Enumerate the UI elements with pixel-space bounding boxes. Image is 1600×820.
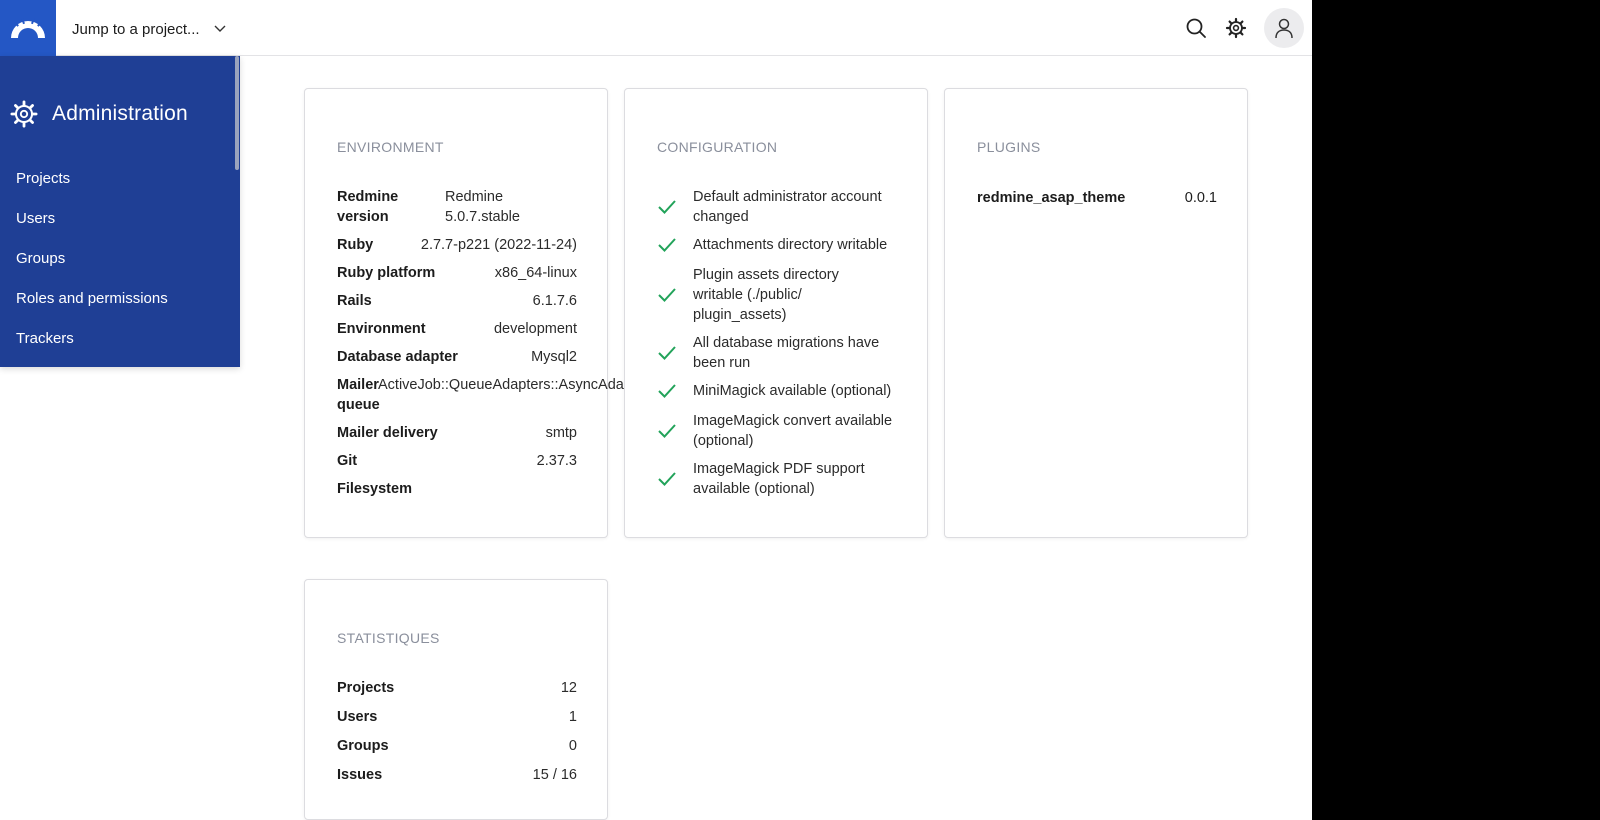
stat-row-users: Users 1 [337,707,577,727]
env-value: smtp [545,425,577,441]
sidebar-item-trackers[interactable]: Trackers [0,319,235,359]
search-button[interactable] [1182,14,1210,42]
config-item-label: Plugin assets directory writable (./publ… [693,267,839,323]
env-value: ActiveJob::QueueAdapters::AsyncAdapter [378,377,649,393]
sidebar-item-users[interactable]: Users [0,199,235,239]
stat-row-issues: Issues 15 / 16 [337,765,577,785]
admin-sidebar: Administration Projects Users Groups Rol… [0,56,240,367]
env-row-ruby: Ruby 2.7.7-p221 (2022-11-24) [337,235,577,255]
config-item: ImageMagick PDF support available (optio… [657,459,902,499]
gear-icon [1225,17,1247,39]
env-key: Database adapter [337,349,458,365]
config-item: All database migrations have been run [657,333,902,373]
check-icon [657,423,693,439]
env-key: Filesystem [337,481,412,497]
stat-row-groups: Groups 0 [337,736,577,756]
configuration-card: CONFIGURATION Default administrator acco… [624,88,928,538]
user-icon [1275,18,1293,39]
check-icon [657,383,693,399]
env-key: Git [337,453,358,469]
env-row-git: Git 2.37.3 [337,451,577,471]
gear-icon [10,100,38,128]
settings-button[interactable] [1222,14,1250,42]
env-row-mailer-queue: Mailer queue ActiveJob::QueueAdapters::A… [337,375,649,415]
stat-key: Issues [337,767,383,783]
env-row-rails: Rails 6.1.7.6 [337,291,577,311]
sidebar-title: Administration [52,102,188,125]
env-row-ruby-platform: Ruby platform x86_64-linux [337,263,577,283]
project-jump-label: Jump to a project... [72,20,200,38]
env-value: 2.37.3 [536,453,577,469]
env-row-filesystem: Filesystem [337,479,577,499]
env-row-database-adapter: Database adapter Mysql2 [337,347,577,367]
config-item: Default administrator account changed [657,187,902,227]
check-icon [657,345,693,361]
env-key: Mailer queue [337,377,380,413]
plugin-row: redmine_asap_theme 0.0.1 [977,188,1217,208]
home-logo[interactable] [0,0,56,56]
top-bar: Jump to a project... [0,0,1312,56]
stat-value: 15 / 16 [532,767,577,783]
env-value: development [493,321,577,337]
check-icon [657,237,693,253]
config-item-label: Attachments directory writable [693,237,888,253]
env-key: Mailer delivery [337,425,438,441]
stat-value: 0 [568,738,577,754]
env-value: Redmine 5.0.7.stable [445,189,520,225]
stat-key: Projects [337,680,395,696]
env-key: Environment [337,321,426,337]
sidebar-nav: Projects Users Groups Roles and permissi… [0,159,235,359]
sidebar-item-projects[interactable]: Projects [0,159,235,199]
env-key: Rails [337,293,372,309]
stat-key: Groups [337,738,389,754]
stat-value: 12 [560,680,577,696]
config-item-label: ImageMagick PDF support available (optio… [693,461,865,497]
sidebar-item-roles-and-permissions[interactable]: Roles and permissions [0,279,235,319]
plugins-title: PLUGINS [977,139,1041,155]
search-icon [1186,18,1206,38]
check-icon [657,471,693,487]
env-row-environment: Environment development [337,319,577,339]
configuration-title: CONFIGURATION [657,139,778,155]
config-item: ImageMagick convert available (optional) [657,411,902,451]
plugin-name: redmine_asap_theme [977,190,1126,206]
config-item-label: Default administrator account changed [693,189,882,225]
env-key: Ruby [337,237,374,253]
stat-key: Users [337,709,378,725]
env-value: Mysql2 [531,349,577,365]
env-value: 6.1.7.6 [532,293,577,309]
config-item: MiniMagick available (optional) [657,381,902,401]
plugin-version: 0.0.1 [1184,190,1217,206]
check-icon [657,287,693,303]
redmine-logo-icon [11,17,45,38]
env-value: 2.7.7-p221 (2022-11-24) [420,237,577,253]
config-item: Plugin assets directory writable (./publ… [657,265,902,325]
config-item: Attachments directory writable [657,235,902,255]
check-icon [657,199,693,215]
app-viewport: Jump to a project... Administration Proj… [0,0,1312,820]
stat-value: 1 [568,709,577,725]
env-key: Redmine version [337,189,399,225]
config-item-label: All database migrations have been run [693,335,880,371]
environment-card: ENVIRONMENT Redmine version Redmine 5.0.… [304,88,649,538]
env-key: Ruby platform [337,265,436,281]
user-menu-avatar[interactable] [1264,8,1304,48]
statistics-title: STATISTIQUES [337,630,440,646]
project-jump-dropdown[interactable]: Jump to a project... [72,18,226,40]
environment-title: ENVIRONMENT [337,139,444,155]
plugins-card: PLUGINS redmine_asap_theme 0.0.1 [944,88,1248,538]
chevron-down-icon [214,25,226,33]
sidebar-header: Administration [10,100,188,128]
statistics-card: STATISTIQUES Projects 12 Users 1 Groups … [304,579,608,820]
env-value: x86_64-linux [494,265,577,281]
config-item-label: MiniMagick available (optional) [693,383,892,399]
stat-row-projects: Projects 12 [337,678,577,698]
env-row-mailer-delivery: Mailer delivery smtp [337,423,577,443]
config-item-label: ImageMagick convert available (optional) [693,413,893,449]
sidebar-scrollbar[interactable] [235,56,239,170]
env-row-redmine-version: Redmine version Redmine 5.0.7.stable [337,187,577,227]
sidebar-item-groups[interactable]: Groups [0,239,235,279]
